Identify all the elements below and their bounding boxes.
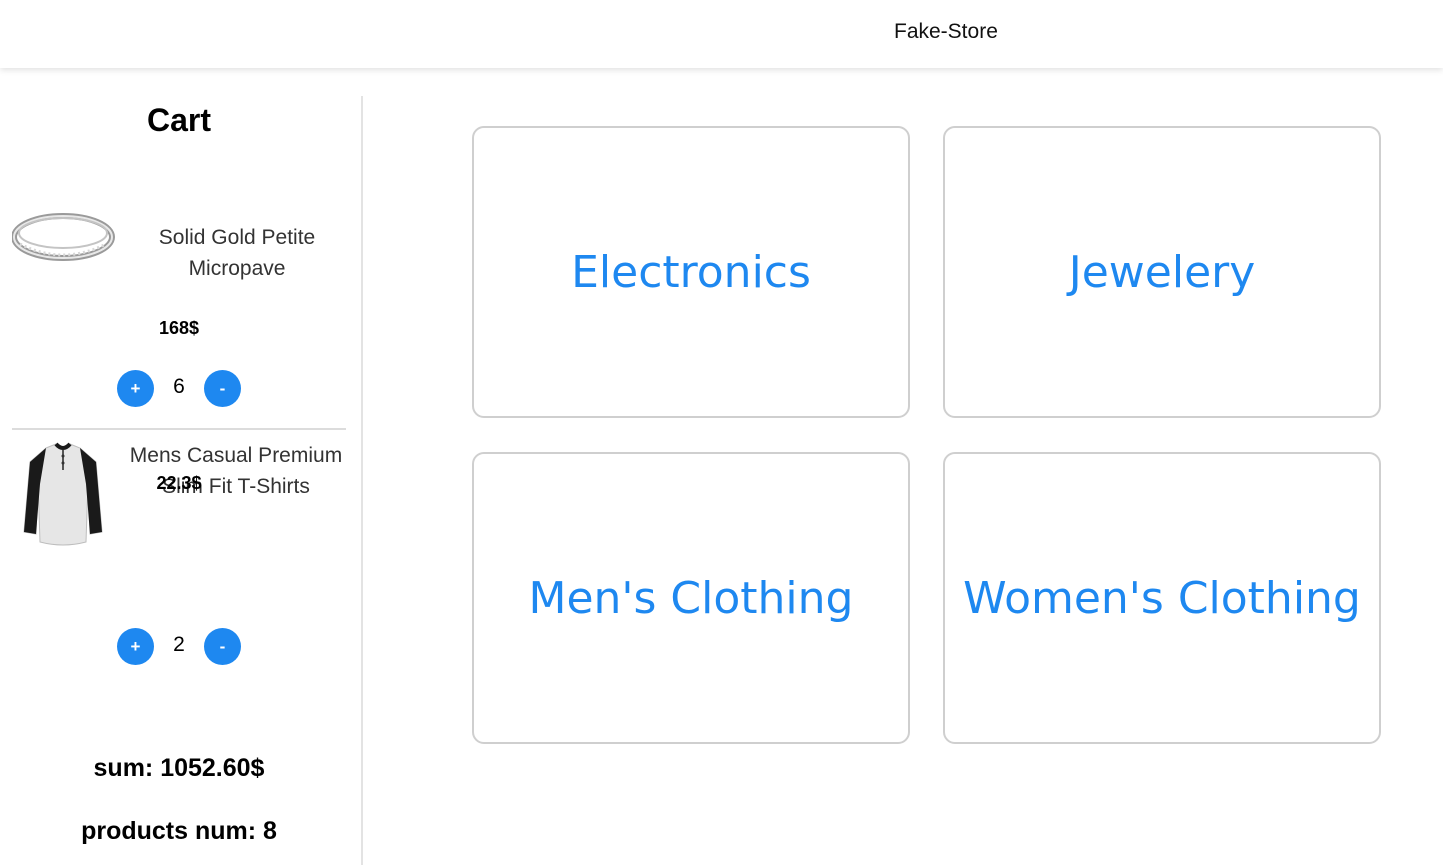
quantity-stepper: + 6 - bbox=[12, 370, 346, 408]
cart-item-price: 22.3$ bbox=[156, 473, 202, 493]
decrease-quantity-button[interactable]: - bbox=[204, 628, 241, 665]
cart-title: Cart bbox=[146, 102, 211, 138]
tshirt-image bbox=[23, 442, 103, 546]
quantity-value: 6 bbox=[173, 375, 185, 398]
cart-products-count: products num: 8 bbox=[81, 817, 277, 845]
category-card-womens-clothing[interactable]: Women's Clothing bbox=[943, 452, 1381, 744]
cart-sidebar: Cart Solid Gold Petite Micropave 168$ + … bbox=[0, 96, 363, 865]
category-label: Men's Clothing bbox=[528, 572, 854, 624]
quantity-value: 2 bbox=[173, 633, 185, 656]
cart-item: Mens Casual Premium Slim Fit T-Shirts 22… bbox=[12, 442, 346, 672]
increase-quantity-button[interactable]: + bbox=[117, 628, 154, 665]
increase-quantity-button[interactable]: + bbox=[117, 370, 154, 407]
category-card-jewelery[interactable]: Jewelery bbox=[943, 126, 1381, 418]
category-card-electronics[interactable]: Electronics bbox=[472, 126, 910, 418]
decrease-quantity-button[interactable]: - bbox=[204, 370, 241, 407]
cart-item-price: 168$ bbox=[158, 318, 200, 338]
cart-sum: sum: 1052.60$ bbox=[93, 754, 265, 782]
category-card-mens-clothing[interactable]: Men's Clothing bbox=[472, 452, 910, 744]
ring-image bbox=[12, 213, 115, 261]
cart-item-name: Solid Gold Petite Micropave bbox=[158, 226, 316, 280]
top-navbar: Fake-Store bbox=[0, 0, 1443, 68]
category-label: Women's Clothing bbox=[963, 572, 1361, 624]
brand-link[interactable]: Fake-Store bbox=[894, 20, 998, 44]
cart-item: Solid Gold Petite Micropave 168$ + 6 - bbox=[12, 200, 346, 430]
quantity-stepper: + 2 - bbox=[12, 628, 346, 666]
category-label: Jewelery bbox=[1068, 246, 1256, 298]
category-label: Electronics bbox=[571, 246, 811, 298]
